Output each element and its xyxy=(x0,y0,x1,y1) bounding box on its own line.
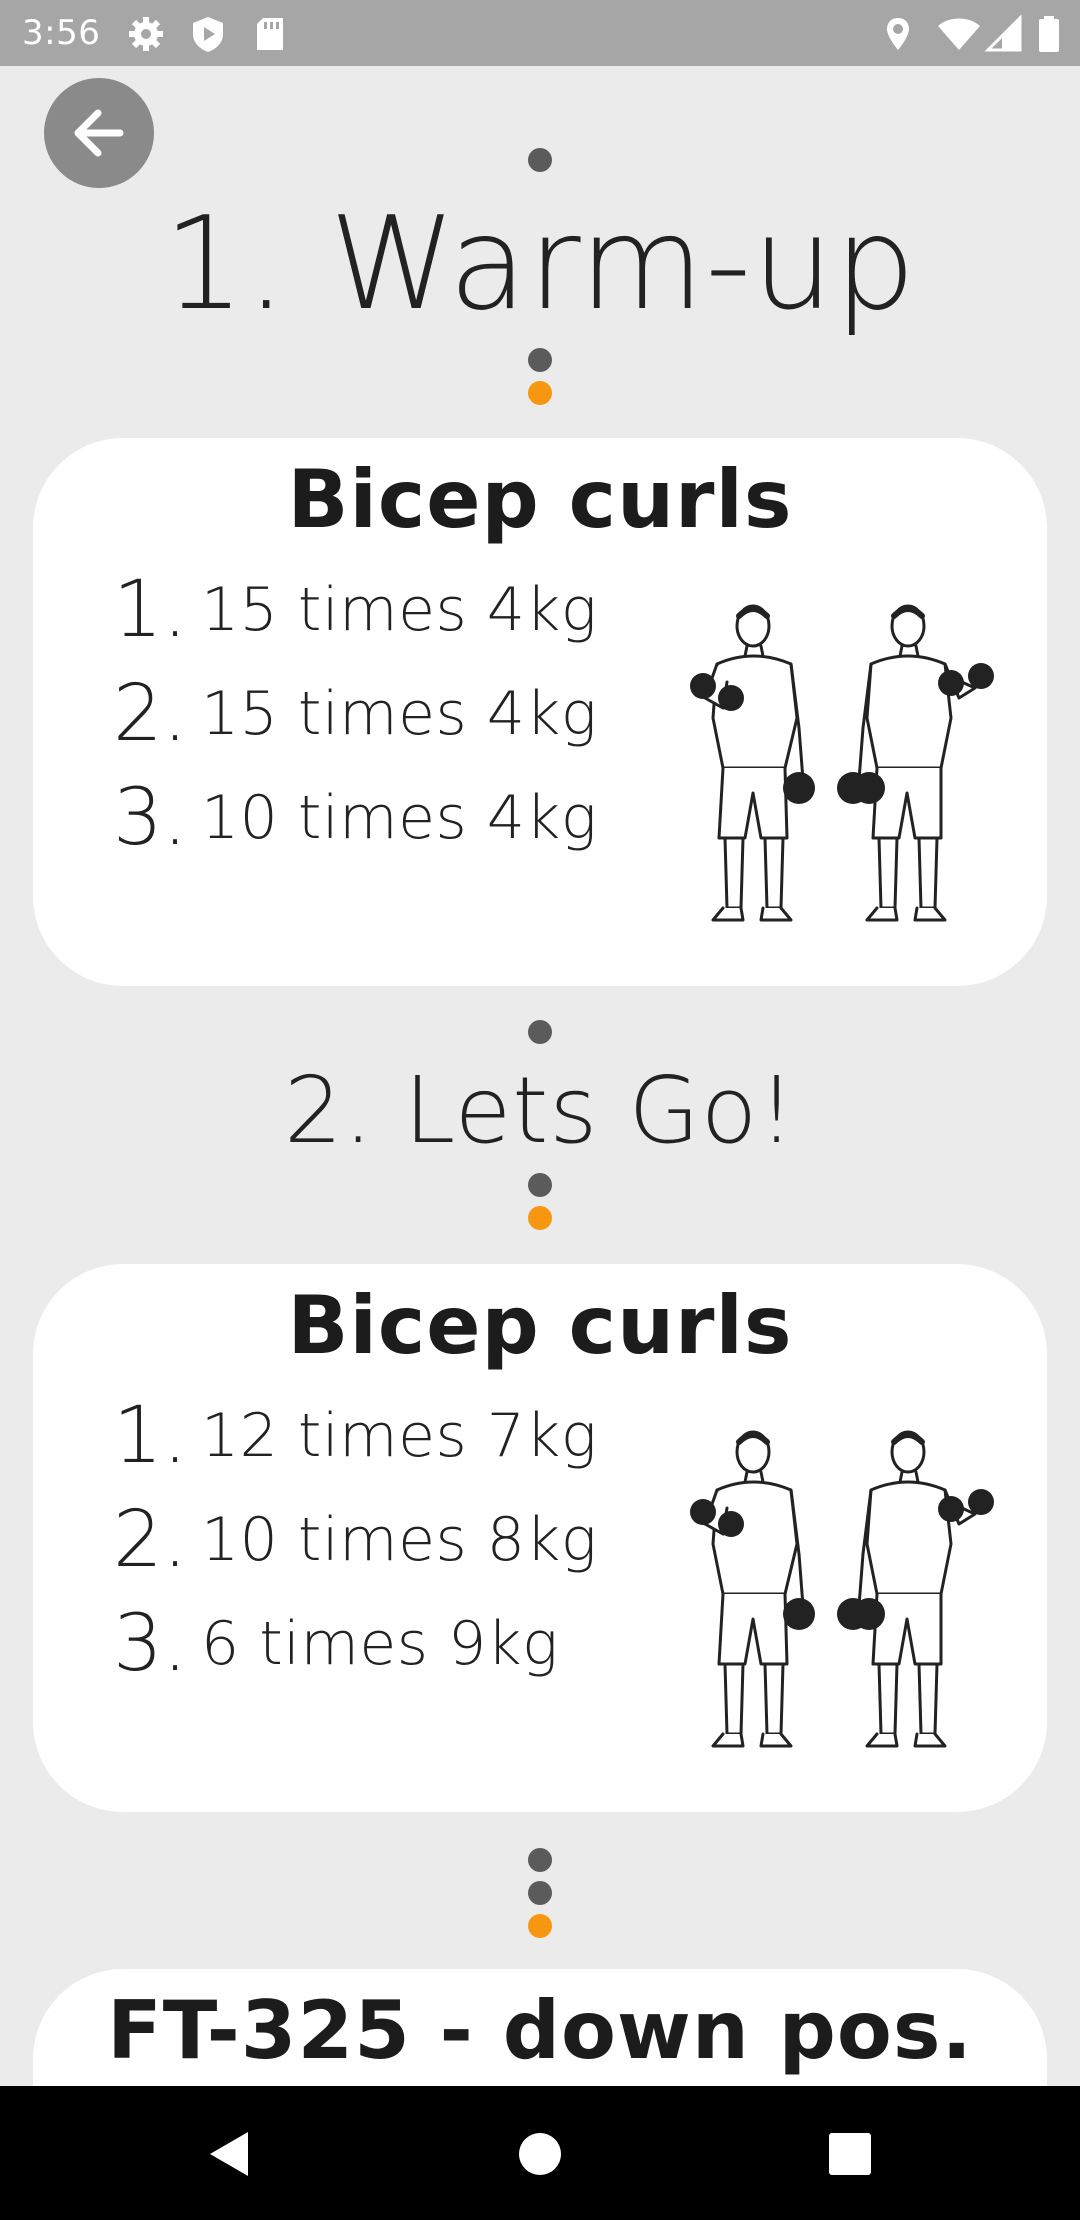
timeline-dot xyxy=(528,148,552,172)
set-detail: 15 times 4kg xyxy=(201,679,598,749)
timeline-dot xyxy=(528,1173,552,1197)
bicep-curl-illustration xyxy=(690,604,994,922)
wifi-icon xyxy=(936,14,982,54)
timeline-dot-active xyxy=(528,1206,552,1230)
bicep-curl-illustration xyxy=(690,1430,994,1748)
set-list: 1. 15 times 4kg 2. 15 times 4kg 3. 10 ti… xyxy=(113,558,597,870)
set-number: 3. xyxy=(113,1599,188,1689)
set-detail: 10 times 4kg xyxy=(201,783,598,853)
gear-icon xyxy=(126,14,166,54)
section-title-warm-up: 1. Warm-up xyxy=(163,190,917,339)
set-detail: 12 times 7kg xyxy=(201,1401,598,1471)
set-row: 2. 15 times 4kg xyxy=(113,662,597,766)
exercise-name: Bicep curls xyxy=(287,1279,793,1372)
timeline-dot xyxy=(528,348,552,372)
location-icon xyxy=(878,14,918,54)
recents-square-icon[interactable] xyxy=(822,2126,878,2182)
set-number: 2. xyxy=(113,1495,188,1585)
timeline-dot xyxy=(528,1881,552,1905)
timeline-dot xyxy=(528,1848,552,1872)
exercise-card[interactable]: FT-325 - down pos. xyxy=(33,1969,1047,2086)
section-title-lets-go: 2. Lets Go! xyxy=(284,1057,796,1164)
exercise-name: Bicep curls xyxy=(287,453,793,546)
set-row: 2. 10 times 8kg xyxy=(113,1488,597,1592)
home-circle-icon[interactable] xyxy=(512,2126,568,2182)
back-button[interactable] xyxy=(44,78,154,188)
sd-card-icon xyxy=(250,14,290,54)
back-triangle-icon[interactable] xyxy=(202,2126,258,2182)
set-row: 3. 10 times 4kg xyxy=(113,766,597,870)
set-detail: 6 times 9kg xyxy=(201,1609,559,1679)
status-time: 3:56 xyxy=(22,13,101,53)
battery-icon xyxy=(1036,14,1062,54)
set-number: 2. xyxy=(113,669,188,759)
timeline-dot-active xyxy=(528,381,552,405)
set-row: 1. 12 times 7kg xyxy=(113,1384,597,1488)
set-number: 1. xyxy=(113,565,188,655)
exercise-card[interactable]: Bicep curls 1. 15 times 4kg 2. 15 times … xyxy=(33,438,1047,986)
exercise-name: FT-325 - down pos. xyxy=(107,1984,973,2077)
set-number: 3. xyxy=(113,773,188,863)
signal-icon xyxy=(984,14,1024,54)
set-row: 3. 6 times 9kg xyxy=(113,1592,597,1696)
timeline-dot xyxy=(528,1020,552,1044)
set-row: 1. 15 times 4kg xyxy=(113,558,597,662)
status-bar: 3:56 xyxy=(0,0,1080,66)
set-number: 1. xyxy=(113,1391,188,1481)
shield-play-icon xyxy=(188,14,228,54)
navigation-bar xyxy=(0,2086,1080,2220)
arrow-left-icon xyxy=(74,109,124,157)
workout-list[interactable]: 1. Warm-up Bicep curls 1. 15 times 4kg 2… xyxy=(0,66,1080,2086)
workout-screen: 3:56 1. Warm-up Bicep curls 1. 15 times … xyxy=(0,0,1080,2220)
set-list: 1. 12 times 7kg 2. 10 times 8kg 3. 6 tim… xyxy=(113,1384,597,1696)
set-detail: 15 times 4kg xyxy=(201,575,598,645)
set-detail: 10 times 8kg xyxy=(201,1505,598,1575)
exercise-card[interactable]: Bicep curls 1. 12 times 7kg 2. 10 times … xyxy=(33,1264,1047,1812)
timeline-dot-active xyxy=(528,1914,552,1938)
